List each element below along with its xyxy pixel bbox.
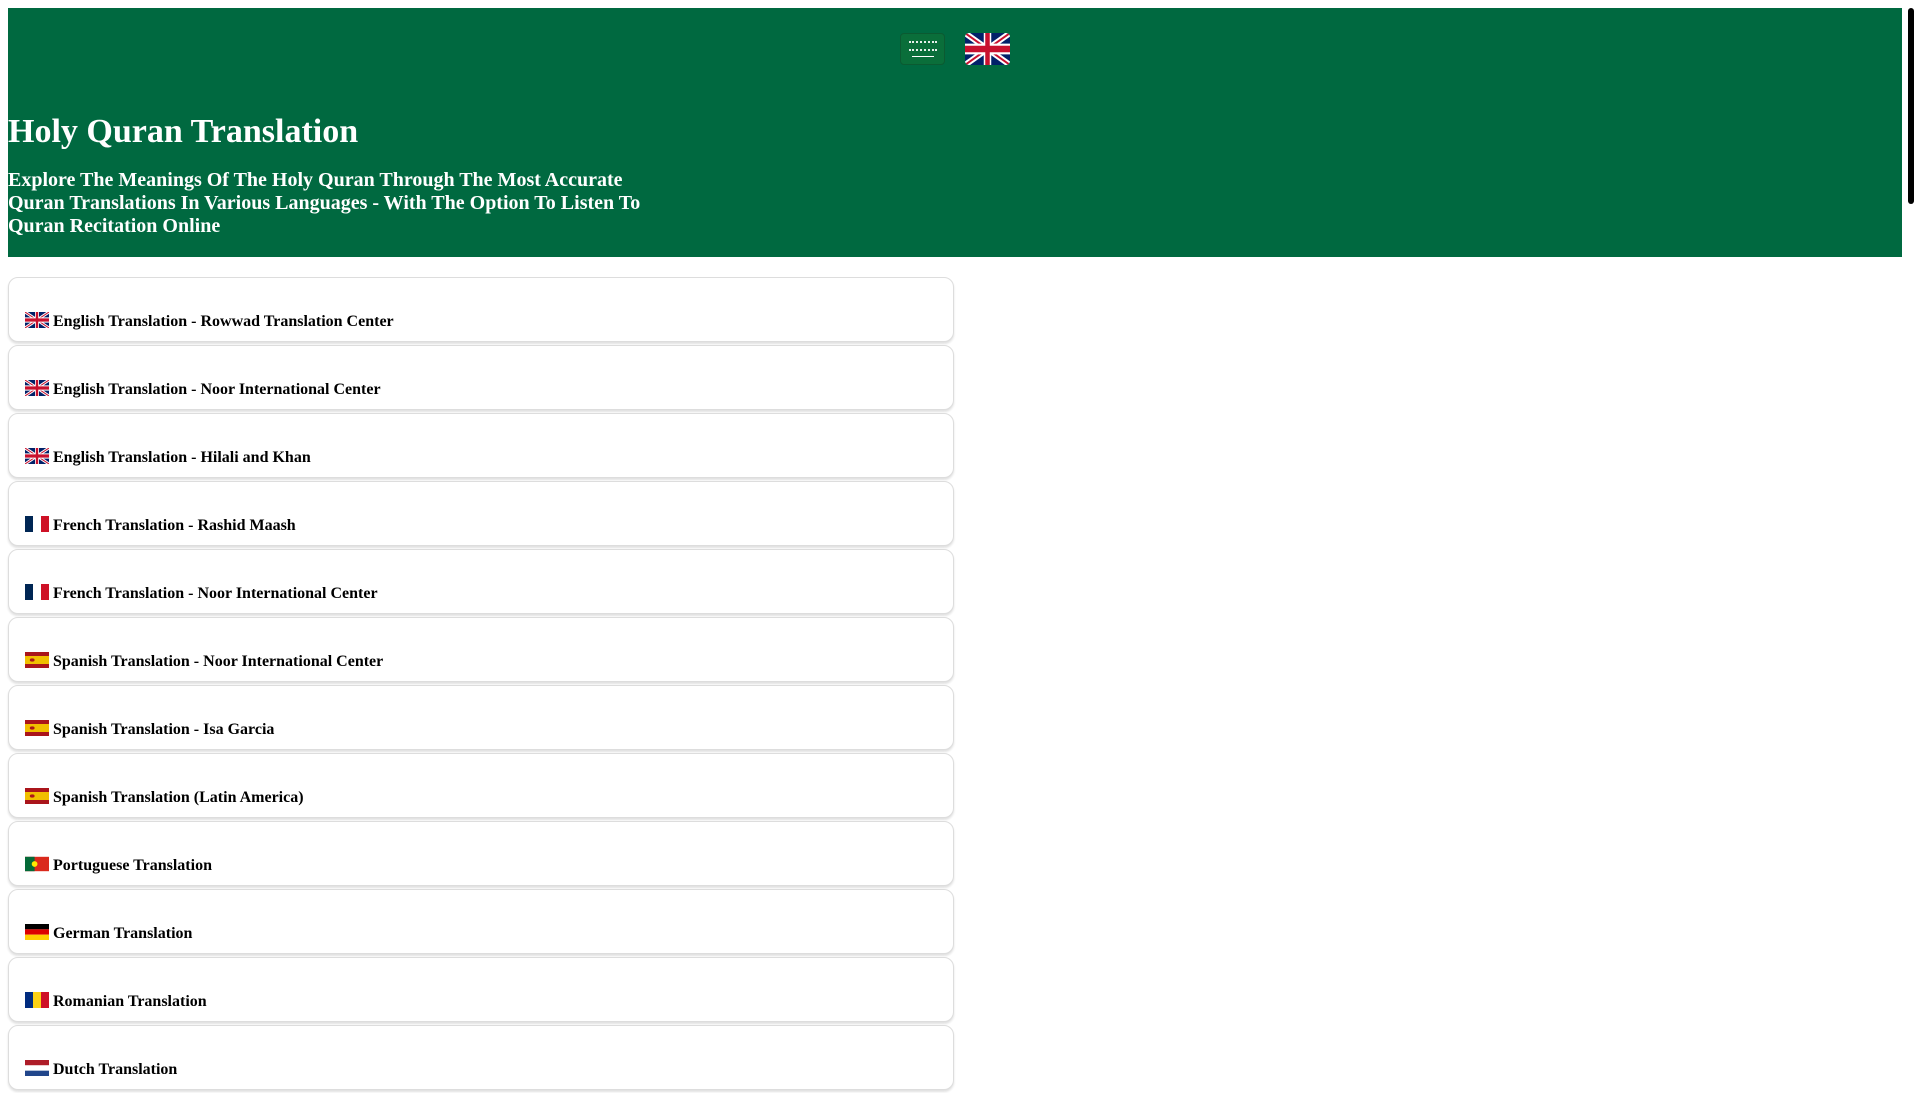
saudi-flag-icon bbox=[908, 41, 937, 51]
translation-link[interactable]: German Translation bbox=[25, 924, 192, 943]
translation-label: English Translation - Rowwad Translation… bbox=[53, 313, 394, 330]
translation-item[interactable]: Romanian Translation bbox=[8, 957, 954, 1022]
translation-link[interactable]: Romanian Translation bbox=[25, 992, 207, 1011]
translation-item[interactable]: French Translation - Noor International … bbox=[8, 549, 954, 614]
romania-flag-icon bbox=[25, 992, 49, 1008]
translation-item[interactable]: Spanish Translation (Latin America) bbox=[8, 753, 954, 818]
spain-flag-icon bbox=[25, 720, 49, 736]
scrollbar-thumb[interactable] bbox=[1908, 8, 1914, 204]
translation-item[interactable]: Spanish Translation - Isa Garcia bbox=[8, 685, 954, 750]
translation-link[interactable]: French Translation - Noor International … bbox=[25, 584, 378, 603]
translation-item[interactable]: German Translation bbox=[8, 889, 954, 954]
spain-flag-icon bbox=[25, 652, 49, 668]
translation-item[interactable]: English Translation - Hilali and Khan bbox=[8, 413, 954, 478]
uk-flag-icon bbox=[24, 446, 50, 466]
translation-label: Spanish Translation - Isa Garcia bbox=[53, 721, 275, 738]
germany-flag-icon bbox=[25, 924, 49, 940]
translation-item[interactable]: Spanish Translation - Noor International… bbox=[8, 617, 954, 682]
translation-link[interactable]: Spanish Translation - Isa Garcia bbox=[25, 720, 274, 739]
page-header: Holy Quran Translation Explore The Meani… bbox=[8, 8, 1902, 257]
page-title: Holy Quran Translation bbox=[8, 113, 359, 150]
france-flag-icon bbox=[25, 584, 49, 600]
sword-mark bbox=[911, 56, 934, 57]
translation-label: English Translation - Hilali and Khan bbox=[53, 449, 311, 466]
translation-label: English Translation - Noor International… bbox=[53, 381, 381, 398]
uk-flag-icon bbox=[965, 33, 1010, 65]
portugal-flag-icon bbox=[25, 856, 49, 872]
translation-link[interactable]: English Translation - Noor International… bbox=[24, 378, 381, 399]
spain-flag-icon bbox=[25, 788, 49, 804]
translation-label: German Translation bbox=[53, 925, 193, 942]
translation-item[interactable]: English Translation - Noor International… bbox=[8, 345, 954, 410]
uk-flag-icon bbox=[24, 310, 50, 330]
translation-item[interactable]: French Translation - Rashid Maash bbox=[8, 481, 954, 546]
translation-label: French Translation - Rashid Maash bbox=[53, 517, 296, 534]
translation-label: French Translation - Noor International … bbox=[53, 585, 378, 602]
netherlands-flag-icon bbox=[25, 1060, 49, 1076]
translation-item[interactable]: Portuguese Translation bbox=[8, 821, 954, 886]
uk-flag-icon bbox=[24, 378, 50, 398]
translation-link[interactable]: Spanish Translation (Latin America) bbox=[25, 788, 304, 807]
translation-link[interactable]: English Translation - Hilali and Khan bbox=[24, 446, 311, 467]
france-flag-icon bbox=[25, 516, 49, 532]
translations-list: English Translation - Rowwad Translation… bbox=[8, 277, 954, 1093]
translation-label: Romanian Translation bbox=[53, 993, 207, 1010]
translation-link[interactable]: Spanish Translation - Noor International… bbox=[25, 652, 383, 671]
translation-link[interactable]: English Translation - Rowwad Translation… bbox=[24, 310, 394, 331]
language-arabic-button[interactable] bbox=[900, 33, 945, 65]
language-switcher bbox=[900, 33, 1010, 65]
translation-link[interactable]: Portuguese Translation bbox=[25, 856, 212, 875]
page-subtitle: Explore The Meanings Of The Holy Quran T… bbox=[8, 169, 641, 237]
translation-label: Spanish Translation - Noor International… bbox=[53, 653, 384, 670]
translation-label: Dutch Translation bbox=[53, 1061, 178, 1078]
translation-label: Portuguese Translation bbox=[53, 857, 212, 874]
translation-item[interactable]: English Translation - Rowwad Translation… bbox=[8, 277, 954, 342]
translation-link[interactable]: French Translation - Rashid Maash bbox=[25, 516, 296, 535]
language-english-button[interactable] bbox=[965, 33, 1010, 65]
translation-link[interactable]: Dutch Translation bbox=[25, 1060, 177, 1079]
scrollbar[interactable] bbox=[1902, 0, 1920, 1080]
translation-item[interactable]: Dutch Translation bbox=[8, 1025, 954, 1090]
translation-label: Spanish Translation (Latin America) bbox=[53, 789, 304, 806]
